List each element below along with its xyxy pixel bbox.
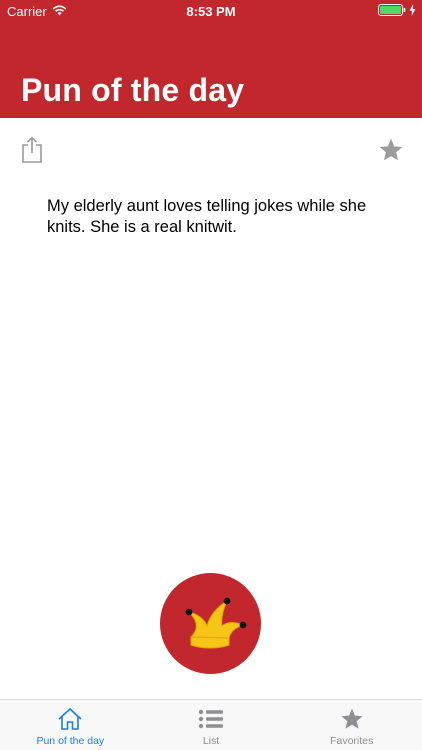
share-icon xyxy=(22,136,42,163)
home-icon xyxy=(58,707,82,730)
status-bar: Carrier 8:53 PM xyxy=(0,0,422,22)
pun-text: My elderly aunt loves telling jokes whil… xyxy=(47,197,367,236)
jester-hat-icon xyxy=(185,597,246,648)
tab-favorites[interactable]: Favorites xyxy=(281,700,422,750)
star-icon xyxy=(379,138,403,161)
status-time: 8:53 PM xyxy=(186,4,236,19)
share-button[interactable] xyxy=(17,135,47,165)
tab-list[interactable]: List xyxy=(141,700,282,750)
header-bar: Carrier 8:53 PM Pun of the day xyxy=(0,0,422,118)
status-right xyxy=(378,4,416,19)
charging-icon xyxy=(409,4,416,19)
tab-label: List xyxy=(202,735,220,747)
battery-icon xyxy=(378,4,406,19)
tab-label: Favorites xyxy=(330,735,374,747)
tab-label: Pun of the day xyxy=(36,735,105,747)
tab-bar: Pun of the day List Favorites xyxy=(0,699,422,750)
list-icon xyxy=(198,709,223,729)
random-pun-button[interactable] xyxy=(160,573,261,674)
favorite-button[interactable] xyxy=(376,135,406,165)
page-title: Pun of the day xyxy=(21,72,245,108)
tab-pun-of-the-day[interactable]: Pun of the day xyxy=(0,700,141,750)
star-icon xyxy=(341,708,363,729)
